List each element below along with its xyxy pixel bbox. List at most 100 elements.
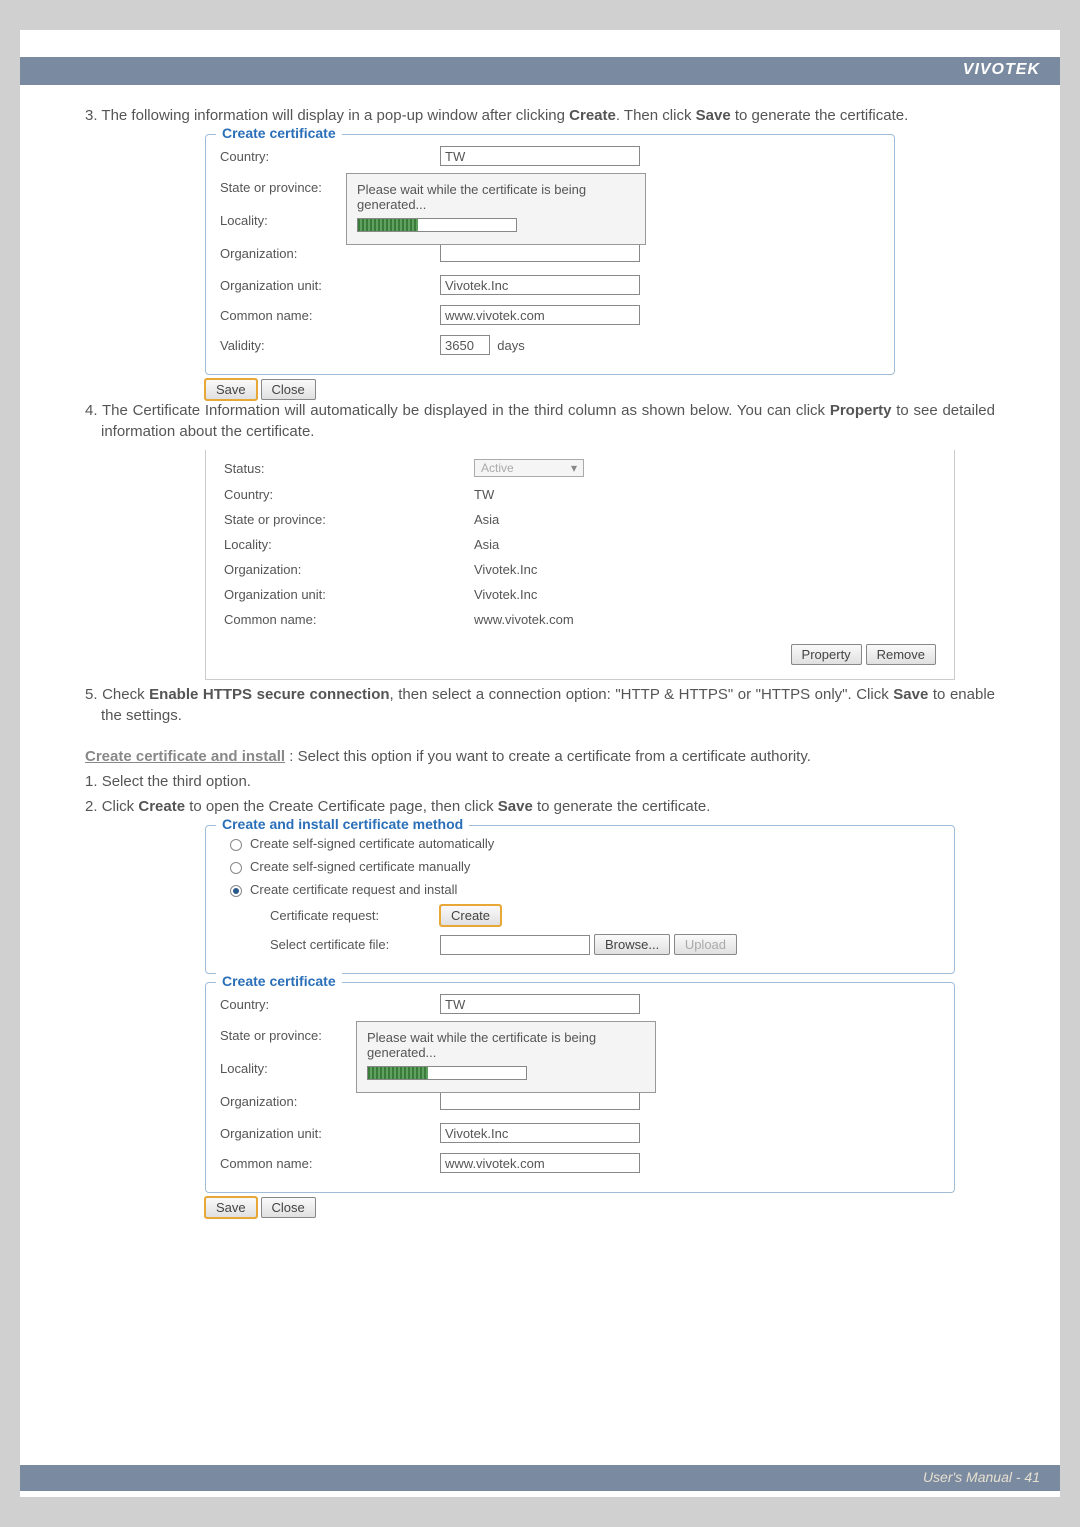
save-button-2[interactable]: Save: [205, 1197, 257, 1218]
certificate-info-panel: Status:Active Country:TW State or provin…: [205, 450, 955, 680]
create-certificate-legend-2: Create certificate: [216, 973, 342, 989]
browse-button[interactable]: Browse...: [594, 934, 670, 955]
step5-mid: , then select a connection option: "HTTP…: [390, 686, 894, 703]
validity-label-1: Validity:: [220, 338, 440, 353]
save-button-1[interactable]: Save: [205, 379, 257, 400]
step5-pre: Check: [102, 686, 149, 703]
status-label: Status:: [224, 461, 474, 476]
step4-body: The Certificate Information will automat…: [102, 402, 830, 419]
brand-text: VIVOTEK: [963, 61, 1040, 79]
orgunit-label-2: Organization unit:: [220, 1126, 440, 1141]
step-b-pre: Click: [102, 798, 139, 815]
file-input[interactable]: [440, 935, 590, 955]
step5-num: 5.: [85, 686, 98, 703]
select-file-label: Select certificate file:: [270, 937, 440, 952]
footer-bar: User's Manual - 41: [20, 1465, 1060, 1491]
cci-text: : Select this option if you want to crea…: [285, 748, 811, 765]
info-orgunit-value: Vivotek.Inc: [474, 587, 936, 602]
create-request-button[interactable]: Create: [440, 905, 501, 926]
step-a: 1. Select the third option.: [85, 771, 995, 792]
overlay-line1-1: Please wait while the certificate is bei…: [357, 182, 635, 197]
step4-num: 4.: [85, 402, 98, 419]
radio-auto-label: Create self-signed certificate automatic…: [250, 836, 494, 851]
step5-enable: Enable HTTPS secure connection: [149, 686, 389, 703]
info-org-label: Organization:: [224, 562, 474, 577]
info-state-value: Asia: [474, 512, 936, 527]
create-install-method-panel: Create and install certificate method Cr…: [205, 825, 955, 974]
generating-overlay-1: Please wait while the certificate is bei…: [346, 173, 646, 245]
step-b-num: 2.: [85, 798, 98, 815]
step3-body: The following information will display i…: [101, 107, 569, 124]
cci-heading: Create certificate and install: [85, 748, 285, 765]
cci-para: Create certificate and install : Select …: [85, 746, 995, 767]
info-org-value: Vivotek.Inc: [474, 562, 936, 577]
step4-property: Property: [830, 402, 892, 419]
radio-request[interactable]: [230, 885, 242, 897]
validity-input-1[interactable]: 3650: [440, 335, 490, 355]
create-certificate-panel-1: Create certificate Country:TW State or p…: [205, 134, 895, 375]
step5-save: Save: [893, 686, 928, 703]
step-b-save: Save: [498, 798, 533, 815]
cert-request-label: Certificate request:: [270, 908, 440, 923]
step3-end: to generate the certificate.: [731, 107, 909, 124]
radio-request-label: Create certificate request and install: [250, 882, 457, 897]
step-a-text: Select the third option.: [102, 773, 251, 790]
step-b-end: to generate the certificate.: [533, 798, 711, 815]
info-orgunit-label: Organization unit:: [224, 587, 474, 602]
country-input-1[interactable]: TW: [440, 146, 640, 166]
validity-unit-1: days: [497, 338, 524, 353]
orgunit-input-2[interactable]: Vivotek.Inc: [440, 1123, 640, 1143]
step-b-mid: to open the Create Certificate page, the…: [185, 798, 498, 815]
country-label-2: Country:: [220, 997, 440, 1012]
info-locality-label: Locality:: [224, 537, 474, 552]
step-b: 2. Click Create to open the Create Certi…: [85, 796, 995, 817]
generating-overlay-2: Please wait while the certificate is bei…: [356, 1021, 656, 1093]
overlay-line2-2: generated...: [367, 1045, 645, 1060]
upload-button[interactable]: Upload: [674, 934, 737, 955]
create-certificate-legend-1: Create certificate: [216, 125, 342, 141]
step3-num: 3.: [85, 107, 98, 124]
orgunit-label-1: Organization unit:: [220, 278, 440, 293]
step5-text: 5. Check Enable HTTPS secure connection,…: [85, 684, 995, 726]
close-button-1[interactable]: Close: [261, 379, 316, 400]
info-common-value: www.vivotek.com: [474, 612, 936, 627]
remove-button[interactable]: Remove: [866, 644, 936, 665]
orgunit-input-1[interactable]: Vivotek.Inc: [440, 275, 640, 295]
radio-manual-label: Create self-signed certificate manually: [250, 859, 470, 874]
header-bar: VIVOTEK: [20, 57, 1060, 85]
progress-bar-2: [367, 1066, 527, 1080]
create-install-legend: Create and install certificate method: [216, 816, 469, 832]
progress-bar-1: [357, 218, 517, 232]
step3-mid: . Then click: [616, 107, 696, 124]
org-input-2[interactable]: [440, 1090, 640, 1110]
org-label-1: Organization:: [220, 246, 440, 261]
status-select[interactable]: Active: [474, 459, 584, 477]
step4-text: 4. The Certificate Information will auto…: [85, 400, 995, 442]
info-country-label: Country:: [224, 487, 474, 502]
property-button[interactable]: Property: [791, 644, 862, 665]
footer-text: User's Manual - 41: [923, 1469, 1040, 1485]
create-certificate-panel-2: Create certificate Country:TW State or p…: [205, 982, 955, 1193]
country-input-2[interactable]: TW: [440, 994, 640, 1014]
step3-save: Save: [696, 107, 731, 124]
org-label-2: Organization:: [220, 1094, 440, 1109]
step-a-num: 1.: [85, 773, 98, 790]
step3-create: Create: [569, 107, 616, 124]
radio-manual[interactable]: [230, 862, 242, 874]
info-locality-value: Asia: [474, 537, 936, 552]
common-input-2[interactable]: www.vivotek.com: [440, 1153, 640, 1173]
radio-auto[interactable]: [230, 839, 242, 851]
country-label-1: Country:: [220, 149, 440, 164]
info-state-label: State or province:: [224, 512, 474, 527]
common-input-1[interactable]: www.vivotek.com: [440, 305, 640, 325]
overlay-line1-2: Please wait while the certificate is bei…: [367, 1030, 645, 1045]
step-b-create: Create: [138, 798, 185, 815]
step3-text: 3. The following information will displa…: [85, 105, 995, 126]
common-label-1: Common name:: [220, 308, 440, 323]
common-label-2: Common name:: [220, 1156, 440, 1171]
close-button-2[interactable]: Close: [261, 1197, 316, 1218]
overlay-line2-1: generated...: [357, 197, 635, 212]
org-input-1[interactable]: [440, 242, 640, 262]
info-common-label: Common name:: [224, 612, 474, 627]
info-country-value: TW: [474, 487, 936, 502]
